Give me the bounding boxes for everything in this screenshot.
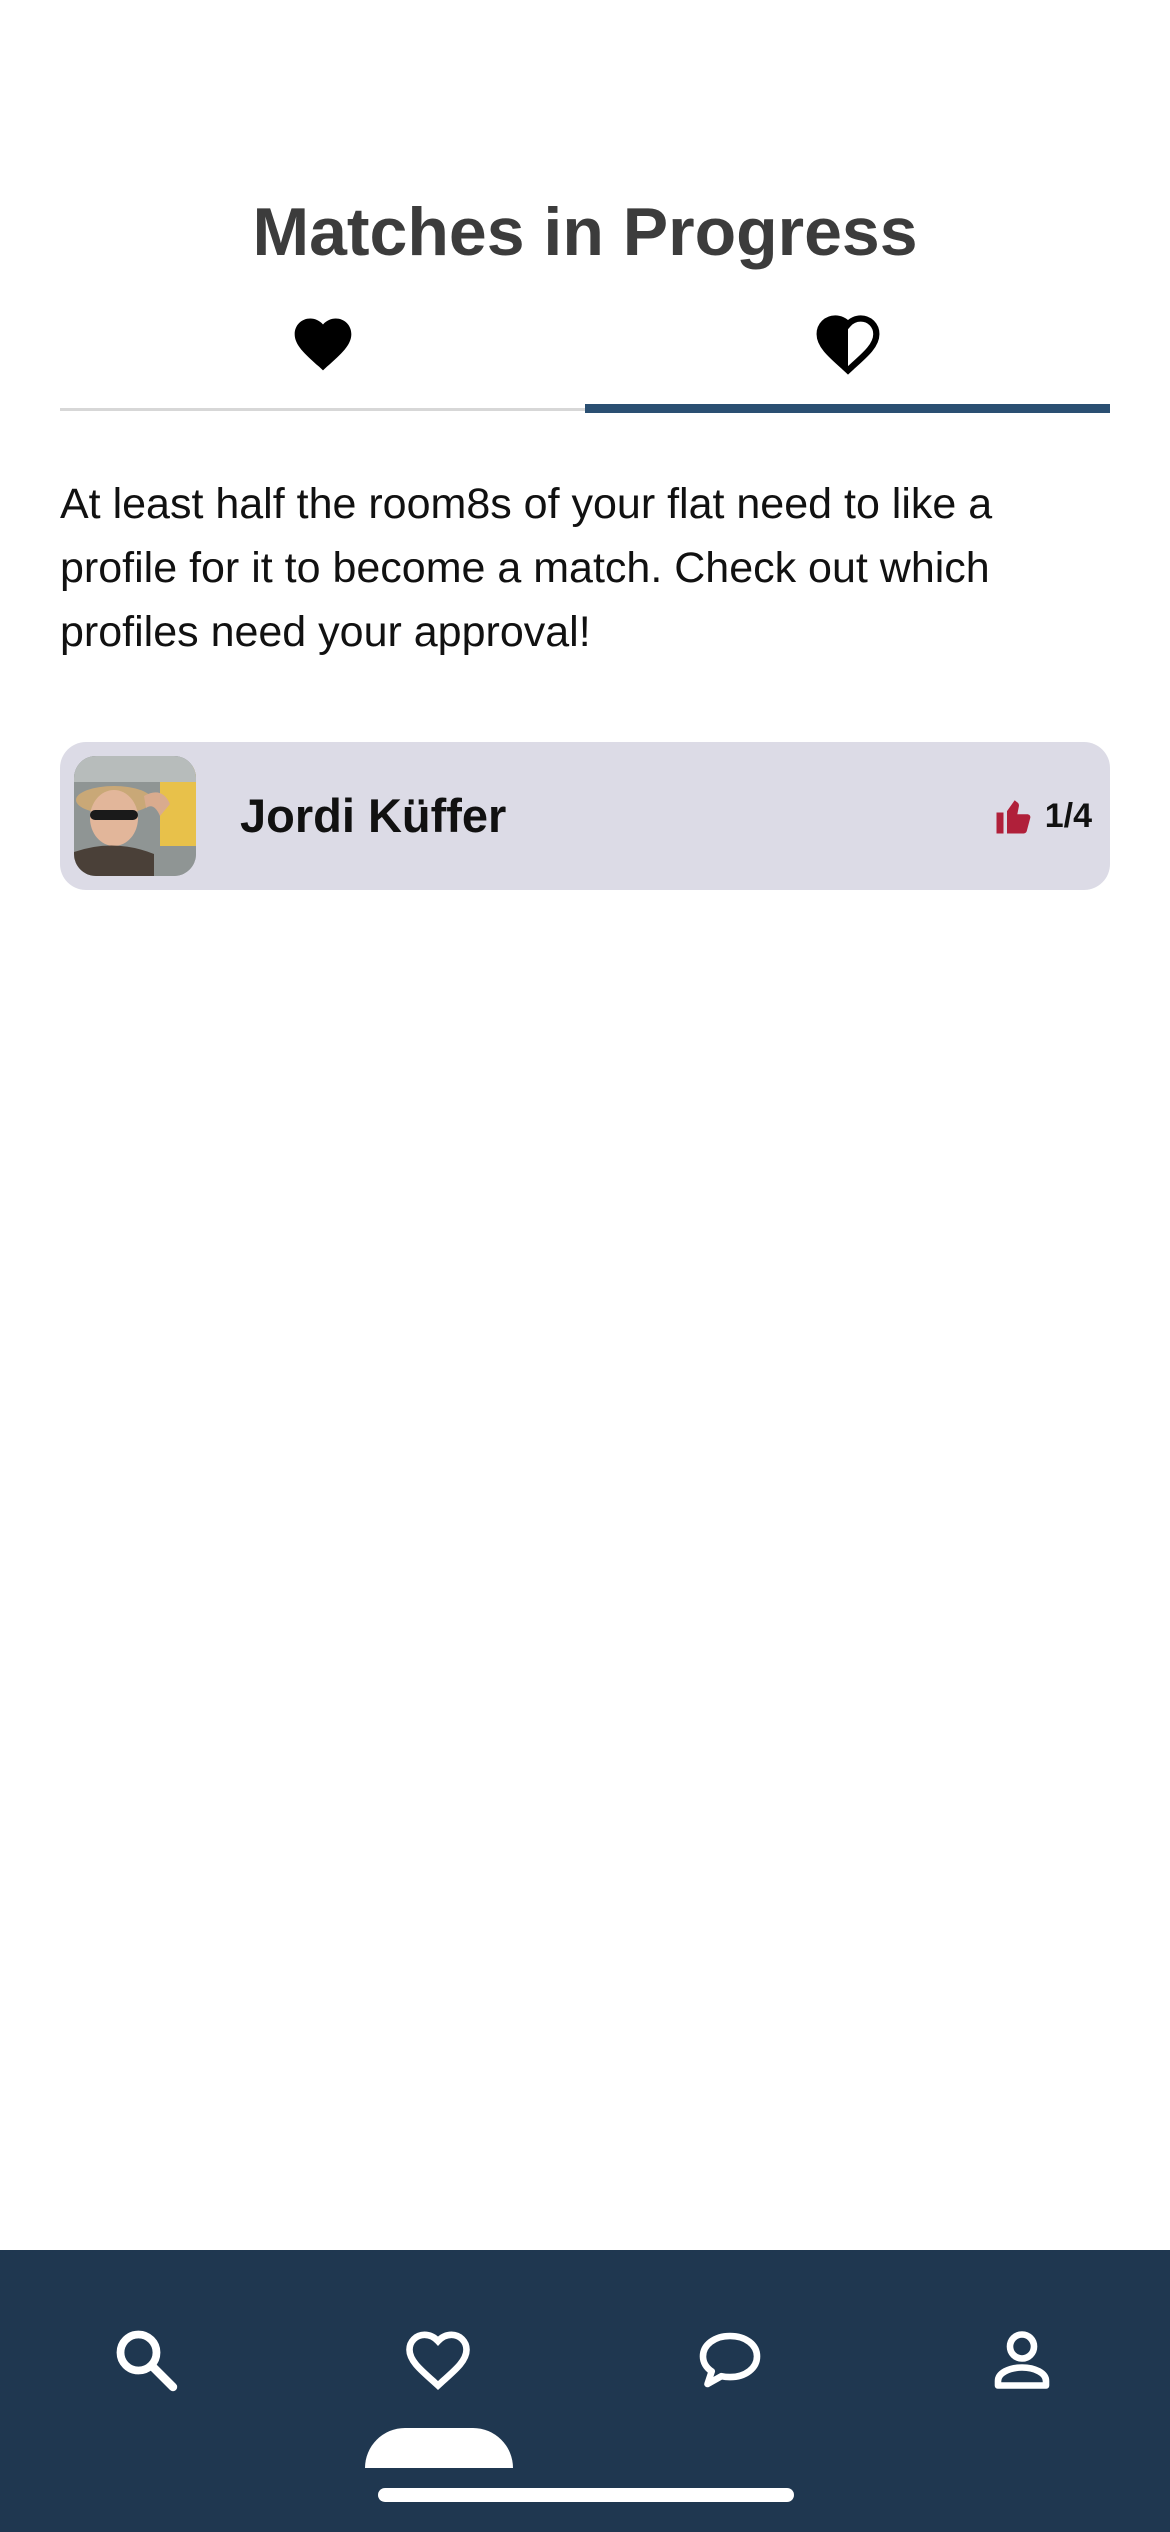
thumbs-up-icon [996,800,1031,834]
search-icon [116,2330,178,2392]
tab-matches-in-progress[interactable] [585,300,1110,416]
person-icon [994,2331,1050,2389]
profile-photo [74,756,196,876]
nav-matches[interactable] [378,2300,498,2420]
nav-search[interactable] [86,2300,206,2420]
nav-profile[interactable] [962,2300,1082,2420]
heart-outline-icon [406,2331,470,2390]
active-nav-indicator [365,2428,513,2468]
nav-chat[interactable] [670,2300,790,2420]
tab-divider [60,408,585,411]
home-indicator[interactable] [378,2488,794,2502]
approval-status: 1/4 [993,788,1092,844]
active-tab-indicator [585,404,1110,413]
info-text: At least half the room8s of your flat ne… [60,480,993,656]
heart-half-icon [816,315,879,375]
tab-matches[interactable] [60,300,585,416]
match-list-item[interactable]: Jordi Küffer 1/4 [60,742,1110,890]
avatar [74,756,196,876]
page-title: Matches in Progress [252,194,918,270]
heart-filled-icon [294,318,351,371]
match-tabs [60,300,1110,416]
profile-name: Jordi Küffer [240,789,507,842]
chat-bubble-icon [699,2332,761,2388]
approval-count: 1/4 [1044,796,1092,835]
